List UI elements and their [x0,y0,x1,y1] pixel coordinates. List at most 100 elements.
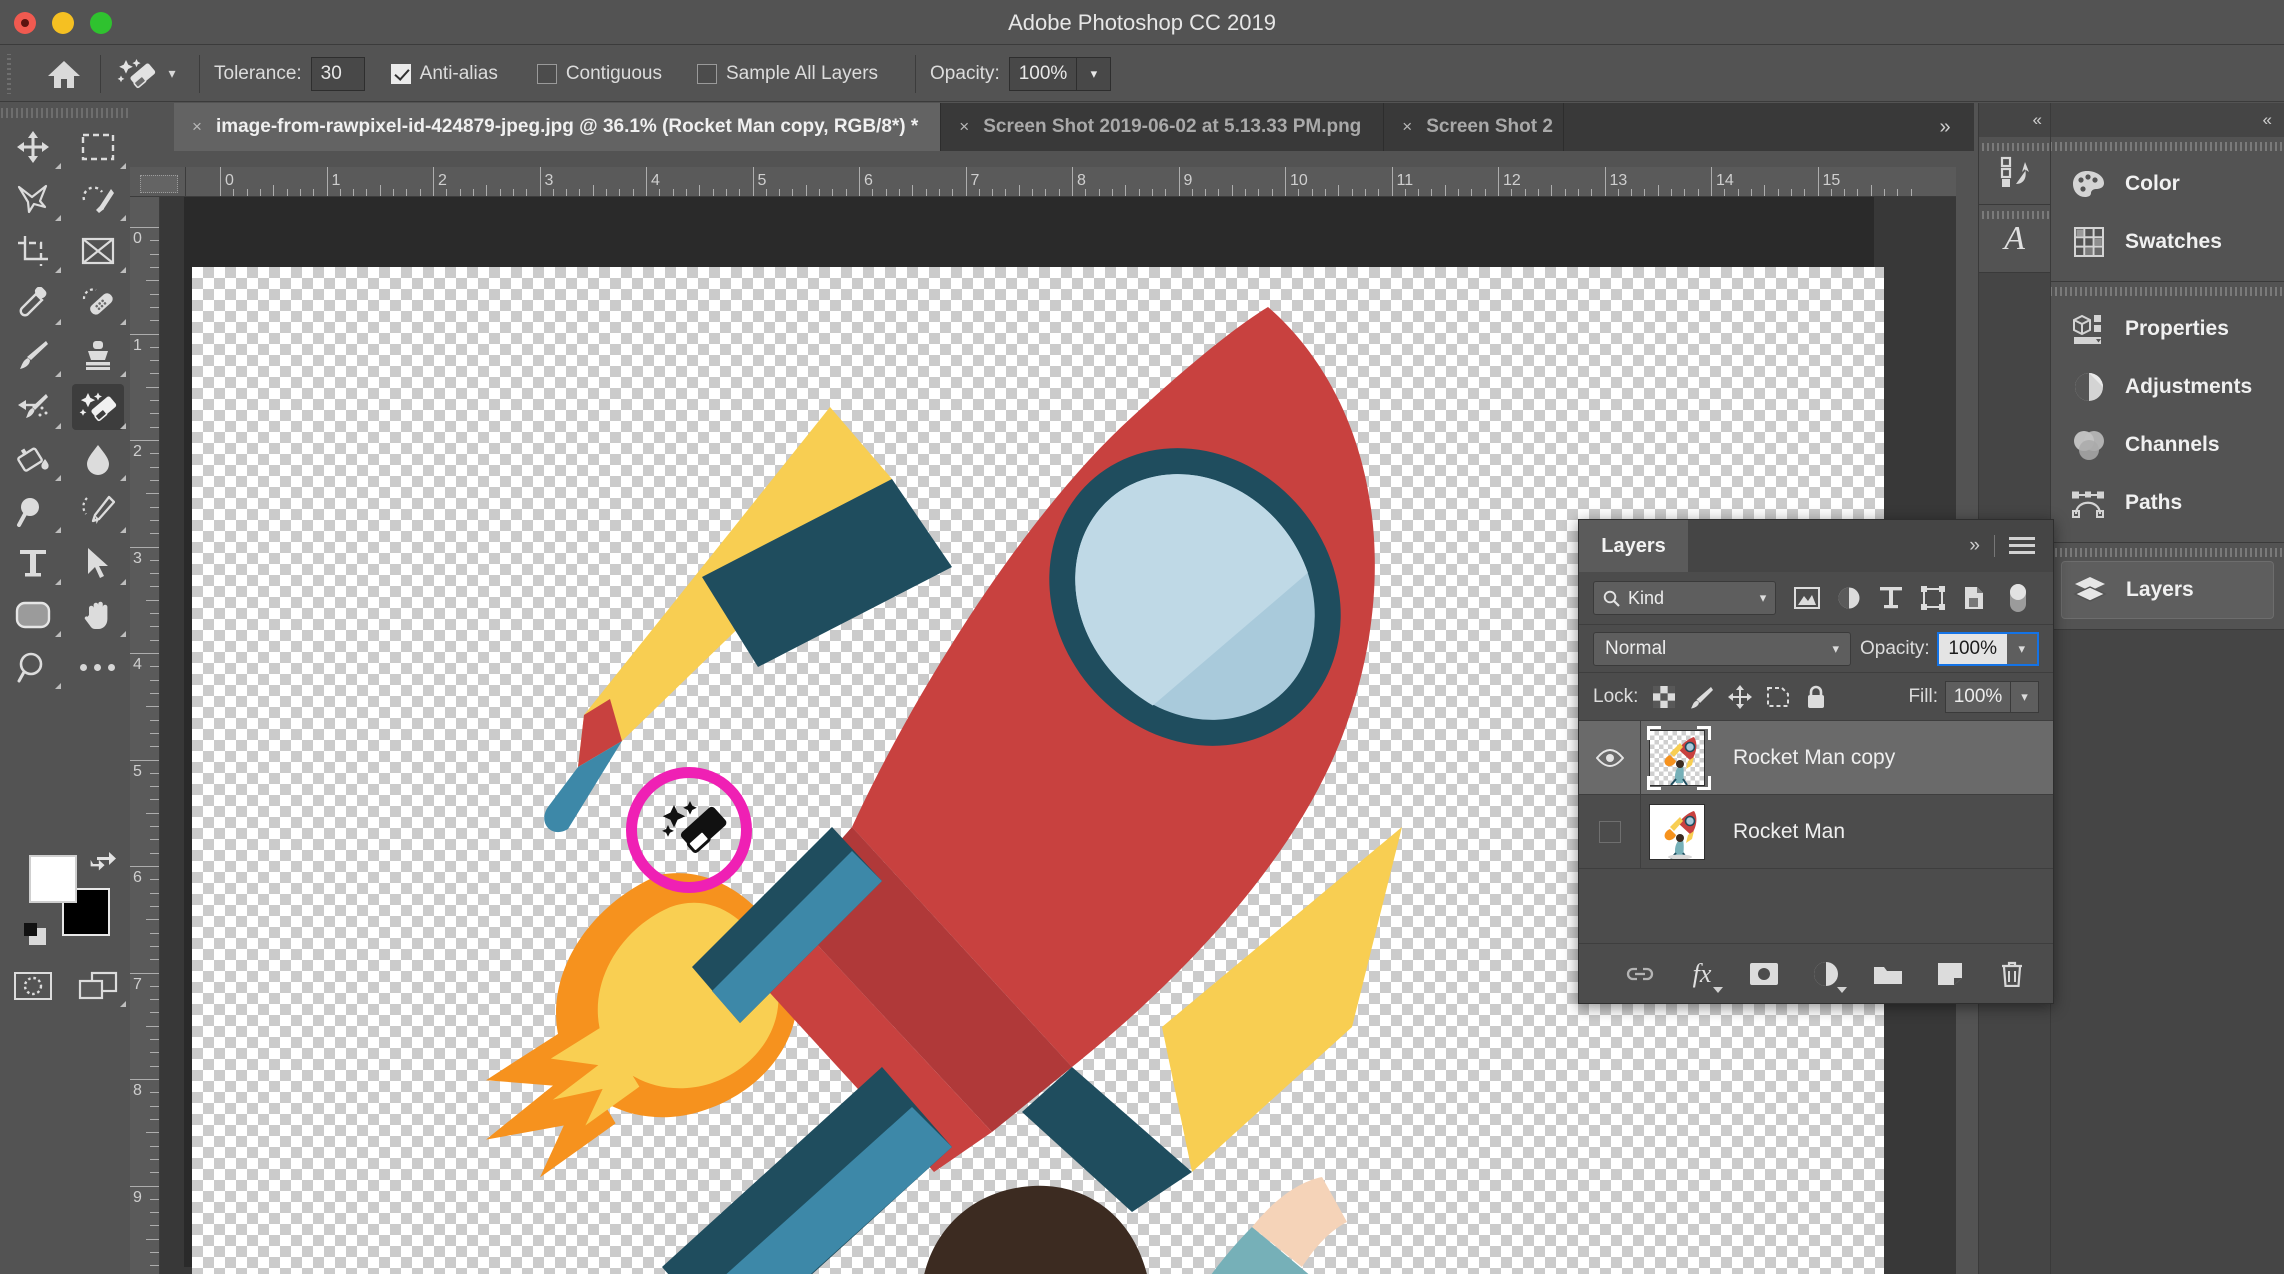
lock-image-pixels-icon[interactable] [1683,681,1721,713]
link-layers-icon[interactable] [1623,957,1657,991]
contiguous-checkbox-box[interactable] [536,63,557,84]
lock-transparent-pixels-icon[interactable] [1645,681,1683,713]
dodge-tool[interactable] [0,485,65,537]
frame-tool[interactable] [65,225,130,277]
opacity-chevron-down-icon[interactable]: ▾ [1077,56,1112,91]
dock-item-layers[interactable]: Layers [2061,561,2274,619]
new-adjustment-layer-icon[interactable] [1809,957,1847,993]
default-colors-icon[interactable] [22,921,48,947]
options-bar-grip[interactable] [4,53,14,94]
character-panel-icon[interactable]: A [1979,205,2050,273]
lasso-tool[interactable] [0,173,65,225]
panel-grip[interactable] [2051,282,2284,300]
opacity-input[interactable]: 100% [1008,56,1078,91]
layer-visibility-toggle[interactable] [1579,720,1641,795]
dock-item-channels[interactable]: Channels [2051,416,2284,474]
layer-thumbnail-wrapper[interactable] [1641,725,1713,790]
layers-opacity-field[interactable]: 100% ▾ [1936,631,2039,666]
dock-item-paths[interactable]: Paths [2051,474,2284,532]
smart-object-filter-icon[interactable] [1953,581,1995,615]
toolbar-grip[interactable] [0,105,130,121]
panel-grip[interactable] [1979,141,2050,153]
new-layer-icon[interactable] [1933,957,1967,991]
blur-tool[interactable] [65,433,130,485]
panel-grip[interactable] [2051,543,2284,561]
panel-menu-icon[interactable] [2009,537,2035,555]
home-icon[interactable] [42,54,86,94]
dock-item-color[interactable]: Color [2051,155,2284,213]
vertical-ruler[interactable]: 0 1 2 3 4 5 6 7 8 9 [130,197,160,1274]
tolerance-input[interactable]: 30 [310,56,365,91]
close-icon[interactable]: × [959,117,969,137]
type-layer-filter-icon[interactable] [1870,581,1912,615]
fill-input[interactable]: 100% [1946,681,2010,712]
layer-row-rocket-man-copy[interactable]: Rocket Man copy [1579,720,2053,795]
lock-artboard-nesting-icon[interactable] [1759,681,1797,713]
tool-preset-chevron-down-icon[interactable]: ▾ [159,57,185,91]
document-tab-active[interactable]: × image-from-rawpixel-id-424879-jpeg.jpg… [174,103,942,151]
layer-name[interactable]: Rocket Man copy [1733,746,1895,770]
screen-mode-icon[interactable] [65,961,130,1011]
document-tab-2[interactable]: × Screen Shot 2019-06-02 at 5.13.33 PM.p… [941,103,1385,151]
magic-eraser-icon[interactable] [115,54,159,94]
hand-tool[interactable] [65,589,130,641]
dock-item-adjustments[interactable]: Adjustments [2051,358,2284,416]
move-tool[interactable] [0,121,65,173]
edit-toolbar-tool[interactable] [65,641,130,693]
fill-field[interactable]: 100% ▾ [1945,680,2039,713]
tab-layers[interactable]: Layers [1579,520,1688,572]
delete-layer-icon[interactable] [1995,957,2029,991]
blend-mode-select[interactable]: Normal ▾ [1593,631,1851,666]
chevron-down-icon[interactable]: ▾ [1760,590,1767,606]
eye-off-icon[interactable] [1598,820,1621,843]
history-panel-icon[interactable] [1979,137,2050,205]
crop-tool[interactable] [0,225,65,277]
panel-grip[interactable] [2051,137,2284,155]
lock-all-icon[interactable] [1797,681,1835,713]
close-icon[interactable]: × [1402,117,1412,137]
eyedropper-tool[interactable] [0,277,65,329]
layers-opacity-input[interactable]: 100% [1938,633,2007,664]
tab-overflow-chevron-icon[interactable]: » [1916,103,1974,151]
layer-style-fx-icon[interactable]: fx [1685,957,1723,993]
shape-layer-filter-icon[interactable] [1912,581,1954,615]
type-tool[interactable] [0,537,65,589]
layer-thumbnail[interactable] [1649,803,1705,860]
add-layer-mask-icon[interactable] [1747,957,1781,991]
chevron-double-right-icon[interactable]: » [1969,535,1980,557]
layer-thumbnail-wrapper[interactable] [1641,802,1713,862]
layer-name[interactable]: Rocket Man [1733,820,1845,844]
quick-mask-icon[interactable] [0,961,65,1011]
ruler-corner[interactable] [130,167,186,197]
new-group-icon[interactable] [1871,957,1905,991]
rectangular-marquee-tool[interactable] [65,121,130,173]
adjustment-layer-filter-icon[interactable] [1828,581,1870,615]
zoom-tool[interactable] [0,641,65,693]
swap-colors-icon[interactable] [90,849,118,877]
path-selection-tool[interactable] [65,537,130,589]
layers-opacity-chevron-down-icon[interactable]: ▾ [2006,633,2037,664]
filter-toggle-switch[interactable] [1997,581,2039,615]
layer-kind-select[interactable]: Kind ▾ [1593,581,1777,615]
spot-healing-brush-tool[interactable] [65,277,130,329]
panel-grip[interactable] [1979,209,2050,221]
pen-tool[interactable] [65,485,130,537]
sample-all-layers-checkbox[interactable]: Sample All Layers [696,63,887,85]
layers-panel[interactable]: Layers » Kind ▾ Normal ▾ Opacity: 100% ▾… [1578,519,2054,1004]
contiguous-checkbox[interactable]: Contiguous [536,63,671,85]
rounded-rectangle-tool[interactable] [0,589,65,641]
document-tab-3[interactable]: × Screen Shot 2 [1384,103,1565,151]
antialias-checkbox-box[interactable] [390,63,411,84]
pixel-layer-filter-icon[interactable] [1786,581,1828,615]
history-brush-tool[interactable] [0,381,65,433]
foreground-color-swatch[interactable] [29,855,77,903]
gradient-tool[interactable] [0,433,65,485]
dock-item-swatches[interactable]: Swatches [2051,213,2284,271]
lock-position-icon[interactable] [1721,681,1759,713]
brush-tool[interactable] [0,329,65,381]
antialias-checkbox[interactable]: Anti-alias [390,63,507,85]
magic-eraser-tool[interactable] [65,381,130,433]
object-selection-tool[interactable] [65,173,130,225]
clone-stamp-tool[interactable] [65,329,130,381]
layer-visibility-toggle[interactable] [1579,794,1641,869]
